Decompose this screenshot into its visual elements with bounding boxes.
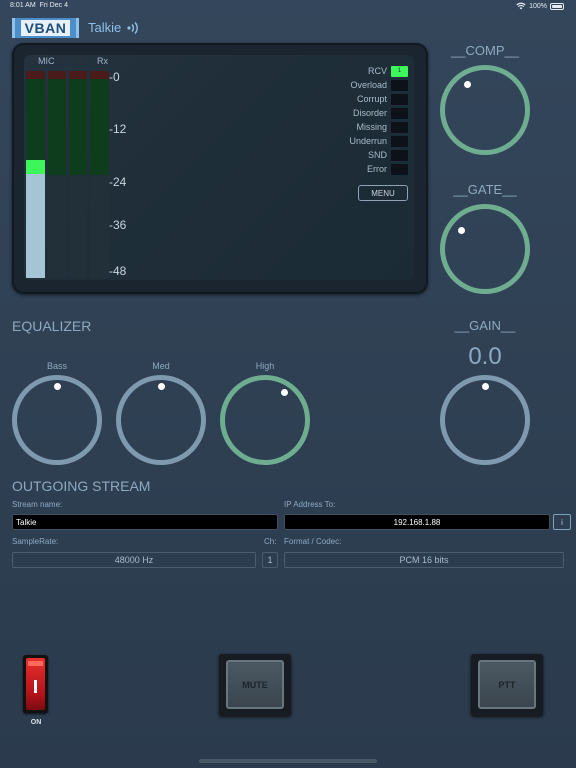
gain-title: __GAIN__ <box>454 318 516 333</box>
scale-36: -36 <box>109 218 127 232</box>
gate-title: __GATE__ <box>453 182 517 197</box>
status-indicator <box>391 79 408 91</box>
broadcast-icon <box>127 21 139 34</box>
battery-percent: 100% <box>529 2 547 10</box>
meter-rx <box>90 71 109 278</box>
status-date: Fri Dec 4 <box>39 2 68 9</box>
status-label: Underrun <box>349 136 387 146</box>
eq-high-knob[interactable] <box>220 375 310 465</box>
meter-channel-3 <box>69 71 87 278</box>
status-time-date: 8:01 AM Fri Dec 4 <box>10 2 68 9</box>
comp-title: __COMP__ <box>451 43 519 58</box>
stream-name-label: Stream name: <box>12 500 63 509</box>
ip-address-field[interactable]: 192.168.1.88 <box>284 514 550 530</box>
mute-button[interactable]: MUTE <box>219 654 291 716</box>
status-corrupt: Corrupt <box>357 93 408 105</box>
status-indicator <box>391 107 408 119</box>
gate-knob[interactable] <box>440 204 530 294</box>
outgoing-title: OUTGOING STREAM <box>12 478 151 494</box>
status-disorder: Disorder <box>353 107 408 119</box>
meter-mic-peak <box>26 160 45 174</box>
comp-knob[interactable] <box>440 65 530 155</box>
status-bar: 8:01 AM Fri Dec 4 100% <box>10 2 564 14</box>
knob-indicator <box>158 383 165 390</box>
eq-bass-knob[interactable] <box>12 375 102 465</box>
status-label: Overload <box>350 80 387 90</box>
samplerate-label: SampleRate: <box>12 537 59 546</box>
status-right: 100% <box>516 2 564 10</box>
logo-text: VBAN <box>20 20 71 36</box>
status-label: Corrupt <box>356 94 387 104</box>
status-snd: SND <box>368 149 408 161</box>
status-indicator <box>391 93 408 105</box>
meter-channel-2 <box>48 71 66 278</box>
eq-high-label: High <box>255 361 275 371</box>
eq-bass-label: Bass <box>46 361 67 371</box>
app-title-text: Talkie <box>88 20 122 35</box>
meter-label-rx: Rx <box>97 56 108 66</box>
ptt-button[interactable]: PTT <box>471 654 543 716</box>
knob-indicator <box>464 81 471 88</box>
channel-label: Ch: <box>264 537 277 546</box>
app-title: Talkie <box>88 20 142 35</box>
home-indicator[interactable] <box>199 759 377 763</box>
status-indicator: 1 <box>391 65 408 77</box>
status-label: Missing <box>356 122 387 132</box>
scale-12: -12 <box>109 122 127 136</box>
status-label: RCV <box>367 66 387 76</box>
info-button[interactable]: i <box>553 514 571 530</box>
status-indicator <box>391 135 408 147</box>
format-label: Format / Codec: <box>284 537 342 546</box>
samplerate-select[interactable]: 48000 Hz <box>12 552 256 568</box>
ptt-label: PTT <box>478 660 536 709</box>
meter-mic <box>26 71 45 278</box>
eq-med-label: Med <box>152 361 170 371</box>
knob-indicator <box>458 227 465 234</box>
power-label: ON <box>30 719 42 726</box>
status-indicator <box>391 149 408 161</box>
knob-indicator <box>482 383 489 390</box>
status-missing: Missing <box>356 121 408 133</box>
power-switch[interactable] <box>23 655 48 713</box>
status-indicator <box>391 163 408 175</box>
meter-mic-level <box>26 174 45 278</box>
eq-med-knob[interactable] <box>116 375 206 465</box>
wifi-icon <box>516 2 526 10</box>
scale-48: -48 <box>109 264 127 278</box>
status-indicator <box>391 121 408 133</box>
gain-value: 0.0 <box>468 343 502 370</box>
status-overload: Overload <box>350 79 408 91</box>
scale-0: -0 <box>109 70 120 84</box>
stream-name-field[interactable]: Talkie <box>12 514 278 530</box>
monitor-panel: MIC Rx -0 -12 -24 -36 -48 RCV 1 Overload <box>12 43 428 294</box>
equalizer-title: EQUALIZER <box>12 318 92 334</box>
status-rcv: RCV 1 <box>368 65 408 77</box>
format-select[interactable]: PCM 16 bits <box>284 552 564 568</box>
status-label: SND <box>367 150 387 160</box>
status-error: Error <box>367 163 408 175</box>
status-underrun: Underrun <box>349 135 408 147</box>
status-label: Disorder <box>352 108 387 118</box>
power-rocker <box>26 658 45 710</box>
battery-icon <box>550 2 564 10</box>
knob-indicator <box>281 389 288 396</box>
ip-address-label: IP Address To: <box>284 500 336 509</box>
status-label: Error <box>367 164 387 174</box>
menu-button[interactable]: MENU <box>358 185 408 201</box>
gain-knob[interactable] <box>440 375 530 465</box>
scale-24: -24 <box>109 175 127 189</box>
status-time: 8:01 AM <box>10 2 36 9</box>
power-icon <box>34 680 37 693</box>
vban-logo: VBAN <box>12 18 79 38</box>
meter-label-mic: MIC <box>38 56 55 66</box>
knob-indicator <box>54 383 61 390</box>
mute-label: MUTE <box>226 660 284 709</box>
monitor-screen: MIC Rx -0 -12 -24 -36 -48 RCV 1 Overload <box>24 55 414 280</box>
channel-select[interactable]: 1 <box>262 552 278 568</box>
